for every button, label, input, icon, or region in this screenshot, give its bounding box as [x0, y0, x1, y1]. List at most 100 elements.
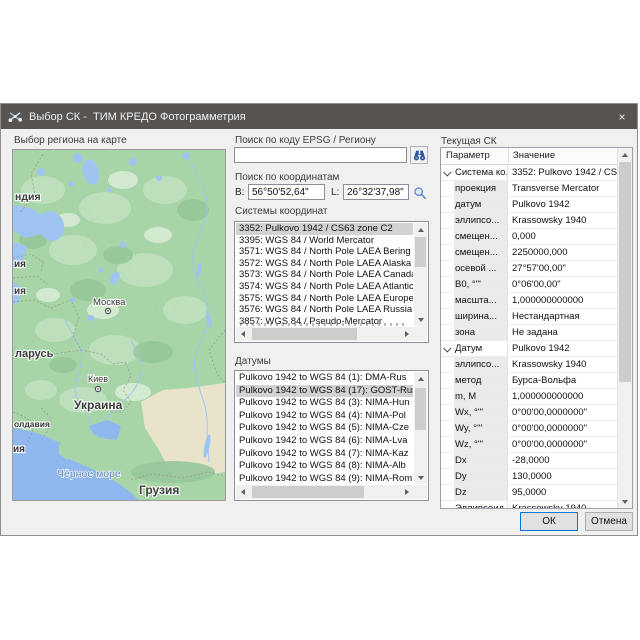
expand-gutter[interactable] — [441, 213, 454, 228]
expand-gutter[interactable] — [441, 165, 454, 180]
expand-gutter[interactable] — [441, 405, 454, 420]
value-cell: Бурса-Вольфа — [508, 373, 618, 388]
table-body: Система ко... 3352: Pulkovo 1942 / CS63 … — [441, 165, 618, 508]
expand-gutter[interactable] — [441, 293, 454, 308]
expand-gutter[interactable] — [441, 277, 454, 292]
table-row[interactable]: Dy 130,0000 — [441, 469, 618, 485]
cancel-button[interactable]: Отмена — [585, 512, 633, 531]
value-cell: Нестандартная — [508, 309, 618, 324]
table-row[interactable]: Wy, °'" 0°00'00,0000000" — [441, 421, 618, 437]
expand-gutter[interactable] — [441, 389, 454, 404]
coords-search-label: Поиск по координатам — [235, 172, 339, 183]
list-item[interactable]: Pulkovo 1942 to WGS 84 (1): DMA-Rus — [236, 372, 413, 385]
expand-gutter[interactable] — [441, 453, 454, 468]
param-cell: Система ко... — [454, 165, 508, 180]
expand-gutter[interactable] — [441, 309, 454, 324]
epsg-search-input[interactable] — [234, 147, 407, 163]
expand-gutter[interactable] — [441, 325, 454, 340]
value-cell: 1,000000000000 — [508, 293, 618, 308]
list-item[interactable]: 3395: WGS 84 / World Mercator — [236, 235, 413, 247]
expand-gutter[interactable] — [441, 261, 454, 276]
map-label: ия — [13, 444, 25, 455]
b-coordinate-input[interactable] — [248, 184, 325, 200]
epsg-search-button[interactable] — [410, 146, 428, 164]
list-item[interactable]: Pulkovo 1942 to WGS 84 (8): NIMA-Alb — [236, 460, 413, 473]
datum-list-hscrollbar[interactable] — [236, 485, 413, 499]
map-label: ларусь — [15, 348, 54, 360]
cs-list-hscrollbar[interactable] — [236, 327, 413, 341]
table-row[interactable]: масшта... 1,000000000000 — [441, 293, 618, 309]
list-item[interactable]: 3571: WGS 84 / North Pole LAEA Bering Se… — [236, 246, 413, 258]
table-row[interactable]: эллипсо... Krassowsky 1940 — [441, 213, 618, 229]
table-row[interactable]: осевой ... 27°57'00,00" — [441, 261, 618, 277]
param-cell: смещен... — [454, 229, 508, 244]
datum-list-vscrollbar[interactable] — [414, 372, 427, 484]
table-row[interactable]: Эллипсоид Krassowsky 1940 — [441, 501, 618, 509]
list-item[interactable]: Pulkovo 1942 to WGS 84 (7): NIMA-Kaz — [236, 448, 413, 461]
expand-gutter[interactable] — [441, 229, 454, 244]
expand-gutter[interactable] — [441, 245, 454, 260]
table-row[interactable]: Датум Pulkovo 1942 — [441, 341, 618, 357]
table-row[interactable]: Wz, °'" 0°00'00,0000000" — [441, 437, 618, 453]
list-item[interactable]: Pulkovo 1942 to WGS 84 (6): NIMA-Lva — [236, 435, 413, 448]
cs-list-vscrollbar[interactable] — [414, 223, 427, 326]
param-cell: m, M — [454, 389, 508, 404]
table-row[interactable]: смещен... 2250000,000 — [441, 245, 618, 261]
table-row[interactable]: метод Бурса-Вольфа — [441, 373, 618, 389]
list-item[interactable]: Pulkovo 1942 to WGS 84 (9): NIMA-Rom — [236, 473, 413, 484]
expand-gutter[interactable] — [441, 341, 454, 356]
param-cell: Dx — [454, 453, 508, 468]
expand-gutter[interactable] — [441, 485, 454, 500]
expand-gutter[interactable] — [441, 501, 454, 509]
list-item[interactable]: Pulkovo 1942 to WGS 84 (5): NIMA-Cze — [236, 422, 413, 435]
list-item[interactable]: 3574: WGS 84 / North Pole LAEA Atlantic — [236, 281, 413, 293]
table-row[interactable]: зона Не задана — [441, 325, 618, 341]
expand-gutter[interactable] — [441, 373, 454, 388]
expand-gutter[interactable] — [441, 437, 454, 452]
table-row[interactable]: ширина... Нестандартная — [441, 309, 618, 325]
expand-gutter[interactable] — [441, 197, 454, 212]
expand-gutter[interactable] — [441, 357, 454, 372]
list-item[interactable]: 3352: Pulkovo 1942 / CS63 zone C2 — [236, 223, 413, 235]
datums-list[interactable]: Pulkovo 1942 to WGS 84 (1): DMA-Rus Pulk… — [234, 370, 429, 501]
param-column-header: Параметр — [441, 148, 508, 164]
table-row[interactable]: Dz 95,0000 — [441, 485, 618, 501]
table-row[interactable]: смещен... 0,000 — [441, 229, 618, 245]
list-item[interactable]: Pulkovo 1942 to WGS 84 (4): NIMA-Pol — [236, 410, 413, 423]
datum-list-label: Датумы — [235, 356, 271, 367]
region-map[interactable]: ндияияияМоскваларусьКиевУкраинаолдавияия… — [12, 149, 226, 501]
expand-gutter[interactable] — [441, 181, 454, 196]
table-row[interactable]: датум Pulkovo 1942 — [441, 197, 618, 213]
table-row[interactable]: В0, °'" 0°06'00,00" — [441, 277, 618, 293]
list-item[interactable]: 3572: WGS 84 / North Pole LAEA Alaska — [236, 258, 413, 270]
current-cs-table[interactable]: Параметр Значение Система ко... 3352: Pu… — [440, 147, 633, 509]
table-vscrollbar[interactable] — [617, 148, 632, 508]
value-cell: 2250000,000 — [508, 245, 618, 260]
table-row[interactable]: Dx -28,0000 — [441, 453, 618, 469]
close-button[interactable]: × — [607, 104, 637, 129]
list-item[interactable]: 3575: WGS 84 / North Pole LAEA Europe — [236, 293, 413, 305]
table-row[interactable]: Система ко... 3352: Pulkovo 1942 / CS63 … — [441, 165, 618, 181]
list-item[interactable]: Pulkovo 1942 to WGS 84 (17): GOST-Rus — [236, 385, 413, 398]
coordinate-systems-list[interactable]: 3352: Pulkovo 1942 / CS63 zone C2 3395: … — [234, 221, 429, 343]
l-coordinate-input[interactable] — [343, 184, 409, 200]
param-cell: масшта... — [454, 293, 508, 308]
expand-gutter[interactable] — [441, 421, 454, 436]
table-row[interactable]: Wx, °'" 0°00'00,0000000" — [441, 405, 618, 421]
value-cell: Krassowsky 1940 — [508, 357, 618, 372]
list-item[interactable]: 3573: WGS 84 / North Pole LAEA Canada — [236, 269, 413, 281]
map-label: олдавия — [14, 419, 50, 429]
ok-button[interactable]: ОК — [520, 512, 578, 531]
value-cell: -28,0000 — [508, 453, 618, 468]
expand-gutter[interactable] — [441, 469, 454, 484]
list-item[interactable]: 3576: WGS 84 / North Pole LAEA Russia — [236, 304, 413, 316]
map-label: Грузия — [139, 483, 179, 497]
titlebar[interactable]: Выбор СК - ТИМ КРЕДО Фотограмметрия × — [1, 104, 637, 129]
param-cell: Wx, °'" — [454, 405, 508, 420]
table-row[interactable]: эллипсо... Krassowsky 1940 — [441, 357, 618, 373]
app-icon — [8, 109, 23, 124]
table-row[interactable]: проекция Transverse Mercator — [441, 181, 618, 197]
list-item[interactable]: Pulkovo 1942 to WGS 84 (3): NIMA-Hun — [236, 397, 413, 410]
table-row[interactable]: m, M 1,000000000000 — [441, 389, 618, 405]
coords-search-button[interactable] — [412, 185, 428, 201]
